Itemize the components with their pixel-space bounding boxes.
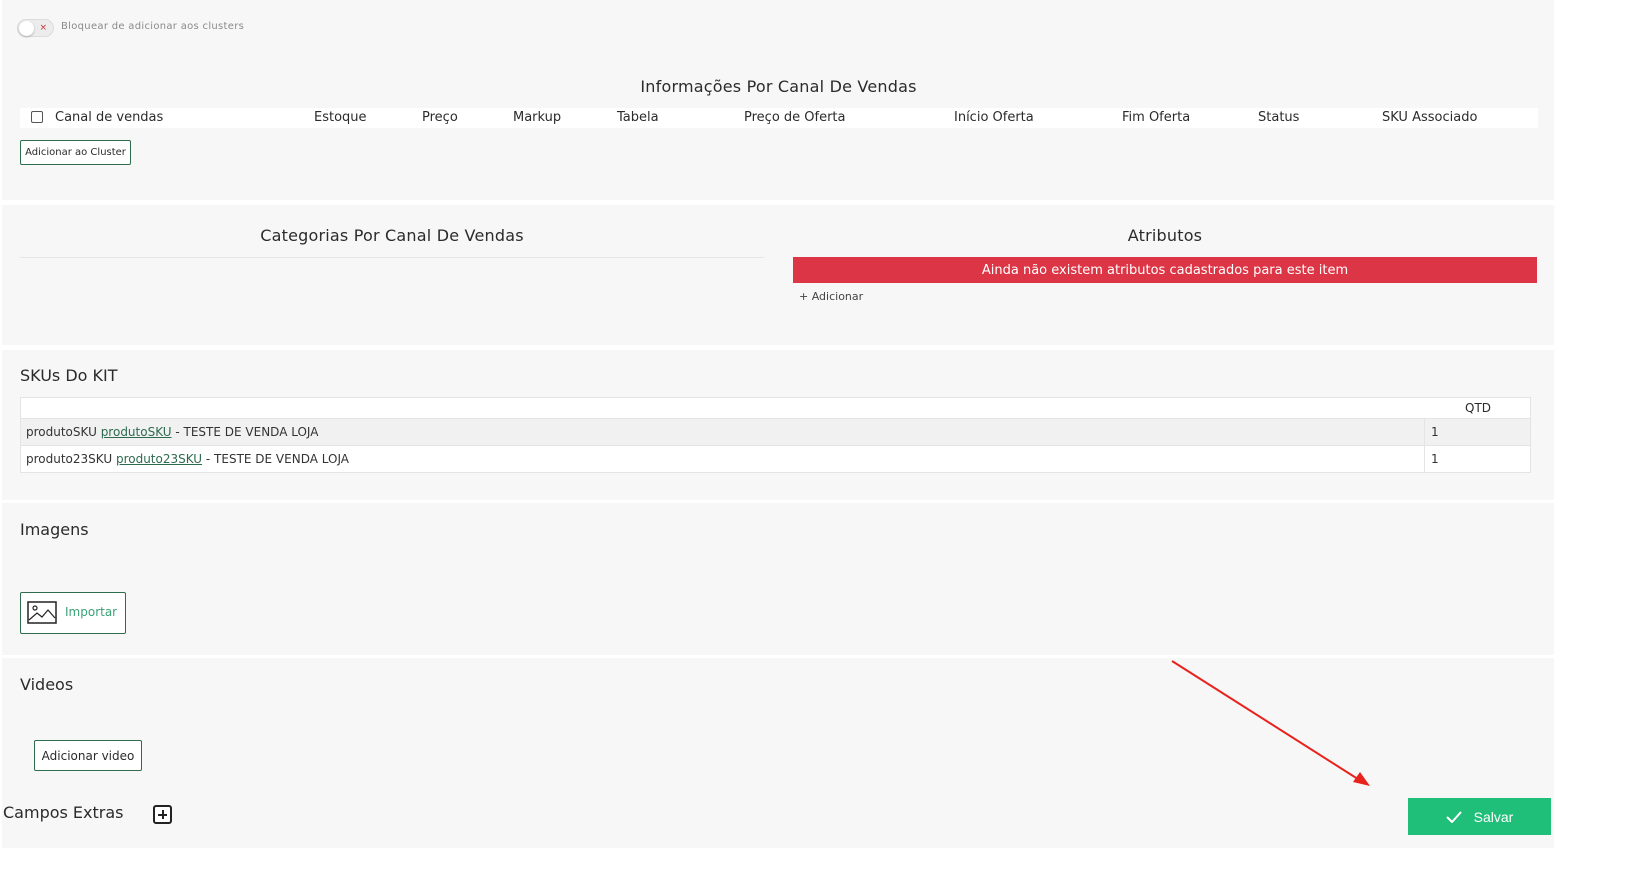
save-button[interactable]: Salvar: [1408, 798, 1551, 835]
images-panel: [2, 503, 1554, 655]
sku-description: - TESTE DE VENDA LOJA: [202, 452, 349, 466]
toggle-knob: [19, 21, 34, 36]
no-attributes-alert: Ainda não existem atributos cadastrados …: [793, 257, 1537, 283]
close-icon: ×: [39, 23, 47, 33]
check-icon: [1445, 810, 1462, 823]
kit-table: QTD produtoSKU produtoSKU - TESTE DE VEN…: [20, 397, 1531, 473]
qty-cell: 1: [1424, 419, 1532, 445]
product-image-broken: produtoSKU: [26, 425, 97, 439]
column-header-tabela: Tabela: [617, 110, 659, 125]
import-image-button[interactable]: Importar: [20, 592, 126, 634]
sku-cell: produto23SKU produto23SKU - TESTE DE VEN…: [26, 452, 349, 466]
extra-fields-title: Campos Extras: [3, 803, 124, 822]
column-header-status: Status: [1258, 110, 1300, 125]
videos-title: Videos: [20, 675, 74, 694]
kit-title: SKUs Do KIT: [20, 366, 118, 385]
categories-title: Categorias Por Canal De Vendas: [260, 226, 524, 245]
sku-description: - TESTE DE VENDA LOJA: [171, 425, 319, 439]
import-label: Importar: [65, 605, 118, 619]
images-title: Imagens: [20, 520, 89, 539]
column-header-estoque: Estoque: [314, 110, 367, 125]
categories-divider: [20, 257, 764, 258]
table-row: produtoSKU produtoSKU - TESTE DE VENDA L…: [21, 418, 1530, 445]
column-header-canal: Canal de vendas: [55, 110, 164, 125]
sku-link[interactable]: produto23SKU: [116, 452, 202, 466]
add-to-cluster-button[interactable]: Adicionar ao Cluster: [20, 140, 131, 165]
column-header-preco: Preço: [422, 110, 458, 125]
column-header-inicio-oferta: Início Oferta: [954, 110, 1034, 125]
qty-header: QTD: [1465, 401, 1492, 415]
column-header-markup: Markup: [513, 110, 562, 125]
attributes-title: Atributos: [1127, 226, 1203, 245]
column-header-sku-associado: SKU Associado: [1382, 110, 1478, 125]
image-icon: [27, 601, 57, 624]
block-clusters-label: Bloquear de adicionar aos clusters: [61, 21, 245, 32]
plus-square-icon[interactable]: [153, 805, 172, 824]
add-attribute-link[interactable]: + Adicionar: [799, 290, 863, 303]
select-all-checkbox[interactable]: [31, 111, 43, 123]
save-label: Salvar: [1473, 808, 1514, 825]
column-header-preco-oferta: Preço de Oferta: [744, 110, 846, 125]
qty-cell: 1: [1424, 446, 1532, 472]
sku-link[interactable]: produtoSKU: [101, 425, 172, 439]
sku-cell: produtoSKU produtoSKU - TESTE DE VENDA L…: [26, 425, 318, 439]
block-clusters-toggle[interactable]: ×: [17, 19, 54, 37]
kit-table-header: QTD: [21, 398, 1530, 419]
annotation-arrow: [1171, 660, 1370, 786]
table-row: produto23SKU produto23SKU - TESTE DE VEN…: [21, 445, 1530, 472]
product-image-broken: produto23SKU: [26, 452, 113, 466]
sales-channel-title: Informações Por Canal De Vendas: [640, 77, 917, 96]
add-video-button[interactable]: Adicionar video: [34, 740, 142, 771]
column-header-fim-oferta: Fim Oferta: [1122, 110, 1191, 125]
